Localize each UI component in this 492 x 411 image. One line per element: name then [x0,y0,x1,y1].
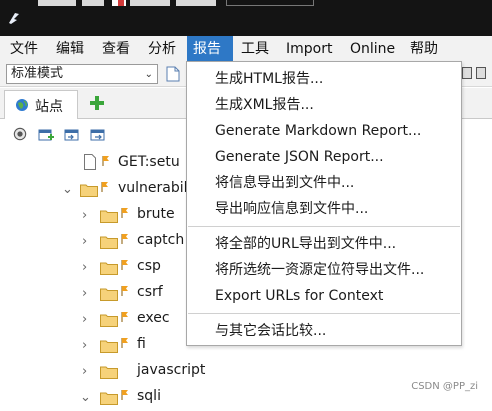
tree-node-label: brute [137,206,175,222]
tree-node-label: sqli [137,388,161,404]
chevron-right-icon[interactable]: › [82,286,92,301]
tree-node-label: javascript [137,362,206,378]
folder-icon [100,340,118,353]
window-tab-strip [130,0,170,6]
window-tab-strip [226,0,314,6]
globe-icon [16,99,28,111]
menu-edit[interactable]: 编辑 [50,36,90,62]
menu-separator [188,226,460,227]
chevron-down-icon: ⌄ [144,69,153,80]
zap-logo-icon [9,13,19,24]
menu-file[interactable]: 文件 [4,36,44,62]
menu-item-generate-json-report[interactable]: Generate JSON Report... [215,145,384,169]
report-menu: 生成HTML报告... 生成XML报告... Generate Markdown… [186,61,462,346]
target-icon[interactable] [12,127,28,141]
folder-icon [100,210,118,223]
chevron-right-icon[interactable]: › [82,364,92,379]
flag-icon [121,260,128,270]
mode-select-value: 标准模式 [11,66,64,81]
tab-sites-label: 站点 [35,99,63,115]
chevron-right-icon[interactable]: › [82,312,92,327]
mode-select[interactable]: 标准模式 ⌄ [6,64,158,84]
new-context-icon[interactable] [38,128,54,142]
menu-item-compare-sessions[interactable]: 与其它会话比较... [215,319,326,343]
title-bar [0,0,492,36]
menu-analyse[interactable]: 分析 [142,36,182,62]
menu-item-generate-html-report[interactable]: 生成HTML报告... [215,67,323,91]
watermark: CSDN @PP_zi [411,381,478,392]
folder-icon [100,314,118,327]
menu-separator [188,313,460,314]
tree-node-label: exec [137,310,170,326]
new-session-icon[interactable] [166,66,180,82]
plus-icon[interactable] [90,96,104,110]
menu-online[interactable]: Online [344,36,401,62]
flag-icon [121,338,128,348]
menu-item-export-messages[interactable]: 将信息导出到文件中... [215,171,354,195]
layout-icon[interactable] [462,67,472,79]
chevron-right-icon[interactable]: › [82,260,92,275]
menu-item-export-selected-urls[interactable]: 将所选统一资源定位符导出文件... [215,258,424,282]
folder-icon [100,288,118,301]
tree-node-label: captch [137,232,185,248]
menu-bar: 文件 编辑 查看 分析 报告 工具 Import Online 帮助 [0,36,492,62]
tree-node-label: vulnerabil [118,180,188,196]
flag-icon [121,208,128,218]
document-icon [84,154,96,170]
tree-node-label: csp [137,258,161,274]
menu-item-export-all-urls[interactable]: 将全部的URL导出到文件中... [215,232,396,256]
import-context-icon[interactable] [64,128,80,142]
folder-icon [100,366,118,379]
menu-item-generate-xml-report[interactable]: 生成XML报告... [215,93,314,117]
chevron-right-icon[interactable]: › [82,338,92,353]
chevron-right-icon[interactable]: › [82,234,92,249]
menu-tools[interactable]: 工具 [235,36,275,62]
chevron-down-icon[interactable]: ⌄ [80,390,91,405]
folder-icon [80,184,98,197]
menu-view[interactable]: 查看 [96,36,136,62]
flag-icon [121,390,128,400]
export-context-icon[interactable] [90,128,106,142]
record-indicator-icon [118,0,124,6]
tree-node-label: csrf [137,284,163,300]
chevron-down-icon[interactable]: ⌄ [62,182,73,197]
flag-icon [101,182,108,192]
folder-icon [100,236,118,249]
menu-item-export-responses[interactable]: 导出响应信息到文件中... [215,197,368,221]
window-tab-strip [176,0,216,6]
tab-sites[interactable]: 站点 [4,90,78,119]
flag-icon [121,312,128,322]
menu-item-generate-markdown-report[interactable]: Generate Markdown Report... [215,119,421,143]
window-tab-strip [82,0,104,6]
flag-icon [121,286,128,296]
folder-icon [100,262,118,275]
flag-icon [121,234,128,244]
layout-icon[interactable] [476,67,486,79]
chevron-right-icon[interactable]: › [82,208,92,223]
window-tab-strip [38,0,76,6]
menu-import[interactable]: Import [280,36,338,62]
tree-node-label: fi [137,336,146,352]
menu-report[interactable]: 报告 [187,36,233,62]
menu-help[interactable]: 帮助 [404,36,444,62]
menu-item-export-urls-for-context[interactable]: Export URLs for Context [215,284,383,308]
flag-icon [102,156,109,166]
tree-node-label: GET:setu [118,154,180,170]
